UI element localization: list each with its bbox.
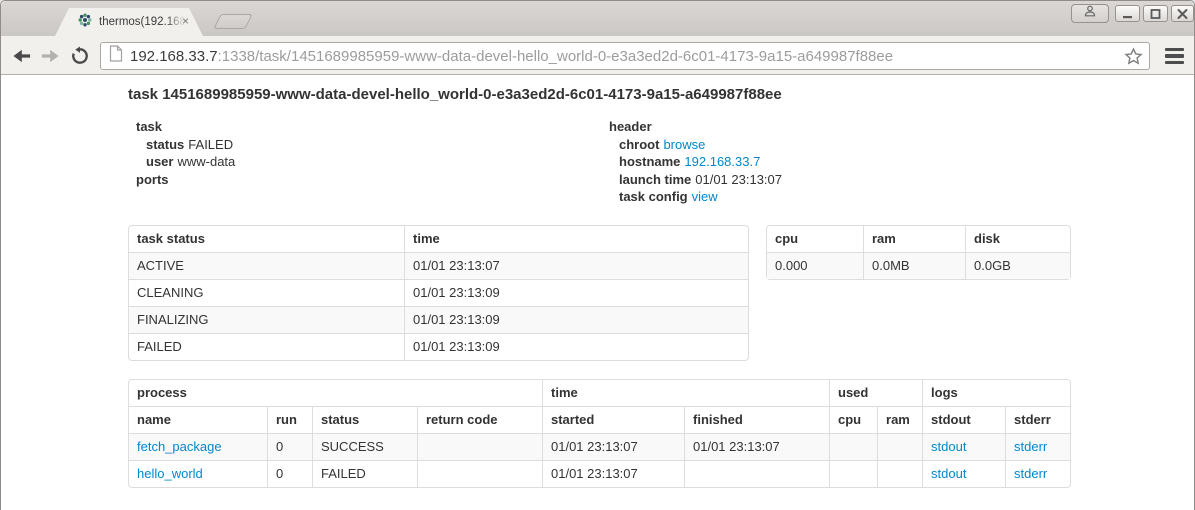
tab-title: thermos(192.168.33.7 xyxy=(99,16,185,28)
status-table-header: task status xyxy=(129,226,404,252)
task-status-table: task status time ACTIVE 01/01 23:13:07 C… xyxy=(128,225,749,361)
resource-header: ram xyxy=(863,226,965,252)
minimize-icon xyxy=(1120,8,1135,20)
launch-time-value: 01/01 23:13:07 xyxy=(695,172,782,187)
status-row: ACTIVE 01/01 23:13:07 xyxy=(129,252,748,279)
task-config-view-link[interactable]: view xyxy=(692,189,718,204)
chroot-line: chrootbrowse xyxy=(609,136,782,154)
resource-header: disk xyxy=(965,226,1070,252)
star-icon xyxy=(1124,47,1143,66)
page-title: task 1451689985959-www-data-devel-hello_… xyxy=(128,86,782,103)
task-user-line: userwww-data xyxy=(136,153,235,171)
bookmark-star-button[interactable] xyxy=(1124,47,1143,71)
stderr-link[interactable]: stderr xyxy=(1014,439,1047,454)
hamburger-icon xyxy=(1165,48,1184,52)
reload-icon xyxy=(70,46,90,66)
process-name-link[interactable]: hello_world xyxy=(137,466,203,481)
url-text[interactable]: 192.168.33.7:1338/task/1451689985959-www… xyxy=(130,48,893,65)
close-icon xyxy=(1176,8,1189,20)
hostname-link[interactable]: 192.168.33.7 xyxy=(684,154,760,169)
process-row: hello_world 0 FAILED 01/01 23:13:07 stdo… xyxy=(129,460,1070,487)
task-status-value: FAILED xyxy=(188,137,233,152)
close-button[interactable] xyxy=(1171,5,1194,22)
group-header-logs: logs xyxy=(922,380,1070,406)
task-info-heading: task xyxy=(136,118,235,136)
group-header-process: process xyxy=(129,380,542,406)
group-header-used: used xyxy=(829,380,922,406)
page-icon xyxy=(109,45,123,67)
minimize-button[interactable] xyxy=(1115,5,1140,22)
status-table-header: time xyxy=(404,226,748,252)
stdout-link[interactable]: stdout xyxy=(931,466,966,481)
chroot-browse-link[interactable]: browse xyxy=(663,137,705,152)
url-host: 192.168.33.7 xyxy=(130,48,218,65)
process-group-header-row: process time used logs xyxy=(129,380,1070,406)
status-row: CLEANING 01/01 23:13:09 xyxy=(129,279,748,306)
process-subheader-row: name run status return code started fini… xyxy=(129,406,1070,433)
task-status-line: statusFAILED xyxy=(136,136,235,154)
resource-header: cpu xyxy=(767,226,863,252)
process-name-link[interactable]: fetch_package xyxy=(137,439,222,454)
status-row: FAILED 01/01 23:13:09 xyxy=(129,333,748,360)
maximize-button[interactable] xyxy=(1143,5,1168,22)
person-icon xyxy=(1083,4,1097,23)
browser-window: thermos(192.168.33.7 × xyxy=(0,0,1195,510)
new-tab-button[interactable] xyxy=(213,14,252,29)
forward-icon xyxy=(39,47,61,65)
stdout-link[interactable]: stdout xyxy=(931,439,966,454)
header-info-block: header chrootbrowse hostname192.168.33.7… xyxy=(609,118,782,206)
profile-button[interactable] xyxy=(1071,4,1109,23)
address-bar[interactable]: 192.168.33.7:1338/task/1451689985959-www… xyxy=(100,42,1150,70)
process-table: process time used logs name run status r… xyxy=(128,379,1071,488)
browser-tab[interactable]: thermos(192.168.33.7 × xyxy=(55,8,203,36)
hostname-line: hostname192.168.33.7 xyxy=(609,153,782,171)
header-info-heading: header xyxy=(609,118,782,136)
process-row: fetch_package 0 SUCCESS 01/01 23:13:07 0… xyxy=(129,433,1070,460)
back-icon xyxy=(11,47,33,65)
forward-button[interactable] xyxy=(37,44,63,68)
resource-usage-table: cpu ram disk 0.000 0.0MB 0.0GB xyxy=(766,225,1071,280)
task-config-line: task configview xyxy=(609,188,782,206)
tab-close-icon[interactable]: × xyxy=(182,15,189,28)
resource-row: 0.000 0.0MB 0.0GB xyxy=(767,252,1070,279)
group-header-time: time xyxy=(542,380,829,406)
menu-button[interactable] xyxy=(1161,45,1187,67)
reload-button[interactable] xyxy=(67,44,93,68)
launch-time-line: launch time01/01 23:13:07 xyxy=(609,171,782,189)
tab-strip: thermos(192.168.33.7 × xyxy=(1,1,1194,36)
favicon-thermos-icon xyxy=(77,12,93,33)
status-row: FINALIZING 01/01 23:13:09 xyxy=(129,306,748,333)
url-path: :1338/task/1451689985959-www-data-devel-… xyxy=(218,48,894,65)
browser-toolbar: 192.168.33.7:1338/task/1451689985959-www… xyxy=(1,36,1194,75)
task-user-value: www-data xyxy=(177,154,235,169)
back-button[interactable] xyxy=(9,44,35,68)
ports-heading: ports xyxy=(136,171,235,189)
maximize-icon xyxy=(1148,8,1163,20)
task-info-block: task statusFAILED userwww-data ports xyxy=(136,118,235,188)
stderr-link[interactable]: stderr xyxy=(1014,466,1047,481)
